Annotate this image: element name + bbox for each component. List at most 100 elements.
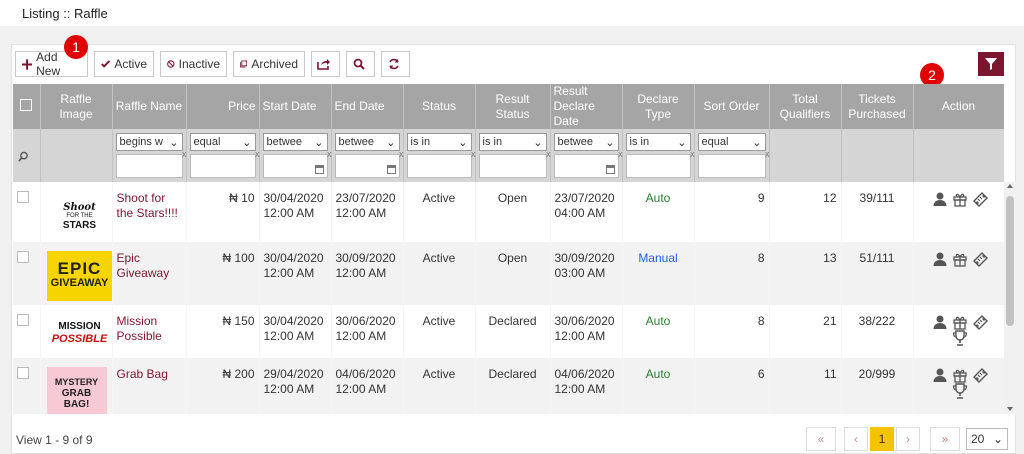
price-operator-select[interactable]: equal ⌄: [189, 133, 256, 151]
declare-type-operator-select[interactable]: is in ⌄: [625, 133, 691, 151]
tickets-purchased: 38/222: [841, 305, 914, 358]
tickets-purchased: 20/999: [841, 358, 914, 414]
search-button[interactable]: [346, 51, 375, 77]
status-filter-input[interactable]: [406, 154, 472, 178]
trophy-icon[interactable]: [952, 383, 968, 399]
gift-icon[interactable]: [952, 314, 968, 330]
ticket-icon[interactable]: [972, 314, 988, 330]
page-size-value: 20: [971, 432, 985, 446]
ticket-icon[interactable]: [972, 251, 988, 267]
last-page-button[interactable]: »: [930, 427, 960, 451]
result-status-operator-select[interactable]: is in ⌄: [478, 133, 547, 151]
calendar-icon[interactable]: [314, 165, 324, 174]
status-operator-select[interactable]: is in ⌄: [406, 133, 472, 151]
header-status[interactable]: Status: [403, 84, 476, 129]
header-raffle-name[interactable]: Raffle Name: [112, 84, 187, 129]
search-icon: [18, 151, 28, 162]
raffle-image-cell: MYSTERY GRAB BAG!: [40, 358, 113, 414]
name-filter-input[interactable]: [115, 154, 183, 178]
price-filter-input[interactable]: [189, 154, 256, 178]
header-result-declare-date[interactable]: Result Declare Date: [550, 84, 623, 129]
name-operator-select[interactable]: begins w ⌄: [115, 133, 183, 151]
declare-type: Manual: [622, 242, 695, 305]
header-start-date[interactable]: Start Date: [259, 84, 332, 129]
filter-price-cell: equal ⌄ x: [186, 129, 260, 182]
tickets-purchased: 51/111: [841, 242, 914, 305]
raffle-name[interactable]: Epic Giveaway: [112, 242, 187, 305]
user-icon[interactable]: [932, 251, 948, 267]
table-row[interactable]: EPIC GIVEAWAY Epic Giveaway ₦ 100 30/04/…: [13, 242, 1004, 305]
row-checkbox[interactable]: [17, 314, 29, 326]
total-qualifiers: 13: [769, 242, 842, 305]
start-date-filter-input[interactable]: [262, 154, 328, 178]
table-row[interactable]: MYSTERY GRAB BAG! Grab Bag ₦ 200 29/04/2…: [13, 358, 1004, 414]
ticket-icon[interactable]: [972, 191, 988, 207]
end-date-operator-select[interactable]: betwee ⌄: [334, 133, 400, 151]
next-page-button[interactable]: ›: [896, 427, 920, 451]
table-row[interactable]: MISSION POSSIBLE Mission Possible ₦ 150 …: [13, 305, 1004, 358]
calendar-icon[interactable]: [386, 165, 396, 174]
gift-icon[interactable]: [952, 251, 968, 267]
declare-type-filter-input[interactable]: [625, 154, 691, 178]
result-status: Open: [475, 182, 551, 242]
header-select-all[interactable]: [13, 84, 41, 129]
start-date-operator-select[interactable]: betwee ⌄: [262, 133, 328, 151]
prev-page-button[interactable]: ‹: [844, 427, 868, 451]
filter-button[interactable]: [978, 52, 1004, 76]
inactive-button[interactable]: Inactive: [160, 51, 227, 77]
result-status: Declared: [475, 305, 551, 358]
scroll-up-icon[interactable]: [1007, 184, 1013, 188]
gift-icon[interactable]: [952, 367, 968, 383]
raffle-name[interactable]: Mission Possible: [112, 305, 187, 358]
trophy-icon[interactable]: [952, 330, 968, 346]
refresh-button[interactable]: [381, 51, 410, 77]
filter-row: begins w ⌄ x equal ⌄ x betwee ⌄ x betwee ⌄ x…: [13, 129, 1004, 182]
ticket-icon[interactable]: [972, 367, 988, 383]
action-cell: [913, 242, 1004, 305]
status: Active: [403, 358, 476, 414]
result-date-operator-select[interactable]: betwee ⌄: [553, 133, 619, 151]
status: Active: [403, 242, 476, 305]
archived-button[interactable]: Archived: [233, 51, 305, 77]
row-checkbox[interactable]: [17, 367, 29, 379]
header-end-date[interactable]: End Date: [331, 84, 404, 129]
header-price[interactable]: Price: [186, 84, 260, 129]
header-result-status[interactable]: Result Status: [475, 84, 551, 129]
result-status-filter-input[interactable]: [478, 154, 547, 178]
calendar-icon[interactable]: [605, 165, 615, 174]
raffle-name[interactable]: Shoot for the Stars!!!!: [112, 182, 187, 242]
check-icon: [101, 60, 111, 68]
header-raffle-image[interactable]: Raffle Image: [40, 84, 113, 129]
result-date-filter-input[interactable]: [553, 154, 619, 178]
header-declare-type[interactable]: Declare Type: [622, 84, 695, 129]
current-page-button[interactable]: 1: [870, 427, 894, 451]
first-page-button[interactable]: «: [806, 427, 836, 451]
filter-result-status-cell: is in ⌄ x: [475, 129, 551, 182]
sort-order-operator-select[interactable]: equal ⌄: [697, 133, 766, 151]
header-tickets-purchased[interactable]: Tickets Purchased: [841, 84, 914, 129]
user-icon[interactable]: [932, 191, 948, 207]
gift-icon[interactable]: [952, 191, 968, 207]
user-icon[interactable]: [932, 367, 948, 383]
scroll-down-icon[interactable]: [1007, 407, 1013, 411]
plus-icon: [22, 58, 33, 70]
user-icon[interactable]: [932, 314, 948, 330]
scrollbar-thumb[interactable]: [1006, 196, 1014, 326]
row-checkbox[interactable]: [17, 251, 29, 263]
select-all-checkbox[interactable]: [20, 98, 33, 111]
table-row[interactable]: Shoot FOR THE STARS Shoot for the Stars!…: [13, 182, 1004, 242]
total-qualifiers: 11: [769, 358, 842, 414]
sort-order-filter-input[interactable]: [697, 154, 766, 178]
raffle-name[interactable]: Grab Bag: [112, 358, 187, 414]
archived-label: Archived: [251, 57, 298, 71]
export-button[interactable]: [311, 51, 340, 77]
row-checkbox[interactable]: [17, 191, 29, 203]
end-date-filter-input[interactable]: [334, 154, 400, 178]
raffle-image-cell: MISSION POSSIBLE: [40, 305, 113, 358]
header-total-qualifiers[interactable]: Total Qualifiers: [769, 84, 842, 129]
header-sort-order[interactable]: Sort Order: [694, 84, 770, 129]
result-declare-date: 23/07/2020 04:00 AM: [550, 182, 623, 242]
active-button[interactable]: Active: [94, 51, 154, 77]
page-size-select[interactable]: 20 ⌄: [966, 428, 1008, 450]
page-title: Listing :: Raffle: [22, 6, 108, 21]
